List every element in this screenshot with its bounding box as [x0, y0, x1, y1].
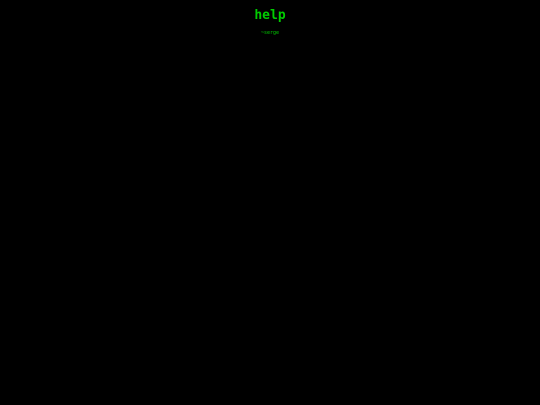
- blank-gap: [5, 55, 535, 119]
- text-wall: [5, 119, 535, 404]
- signature: ~serge: [260, 30, 280, 36]
- intro-paragraph: [5, 42, 535, 55]
- page: help ~serge: [0, 0, 540, 405]
- page-title: help: [254, 8, 286, 23]
